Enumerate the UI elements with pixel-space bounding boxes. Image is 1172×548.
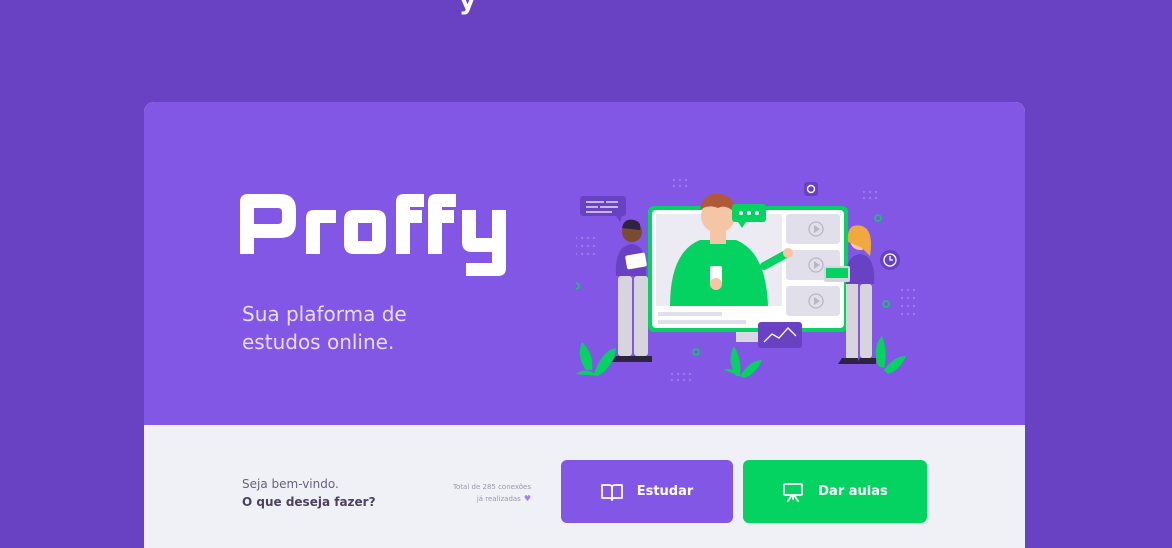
landing-card: Sua plaforma de estudos online. Seja bem… — [144, 102, 1025, 548]
teach-button[interactable]: Dar aulas — [743, 460, 927, 523]
heart-icon: ♥ — [523, 494, 531, 503]
total-connections: Total de 285 conexões já realizadas ♥ — [416, 482, 531, 505]
hero-section: Sua plaforma de estudos online. — [144, 102, 1025, 425]
teach-button-label: Dar aulas — [818, 484, 888, 499]
action-footer: Seja bem-vindo. O que deseja fazer? Tota… — [144, 425, 1025, 548]
online-study-illustration — [576, 178, 916, 382]
question-line: O que deseja fazer? — [242, 495, 376, 509]
study-button-label: Estudar — [636, 484, 694, 499]
welcome-message: Seja bem-vindo. O que deseja fazer? — [242, 475, 376, 511]
study-button[interactable]: Estudar — [561, 460, 733, 523]
presentation-board-icon — [783, 482, 804, 502]
tagline: Sua plaforma de estudos online. — [242, 302, 407, 354]
connections-line-1: Total de 285 conexões — [452, 483, 531, 491]
proffy-logo — [240, 194, 506, 276]
book-open-icon — [600, 483, 623, 501]
connections-line-2: já realizadas — [476, 495, 521, 503]
welcome-line: Seja bem-vindo. — [242, 477, 339, 491]
cropped-heading-glyph: y — [459, 0, 476, 16]
